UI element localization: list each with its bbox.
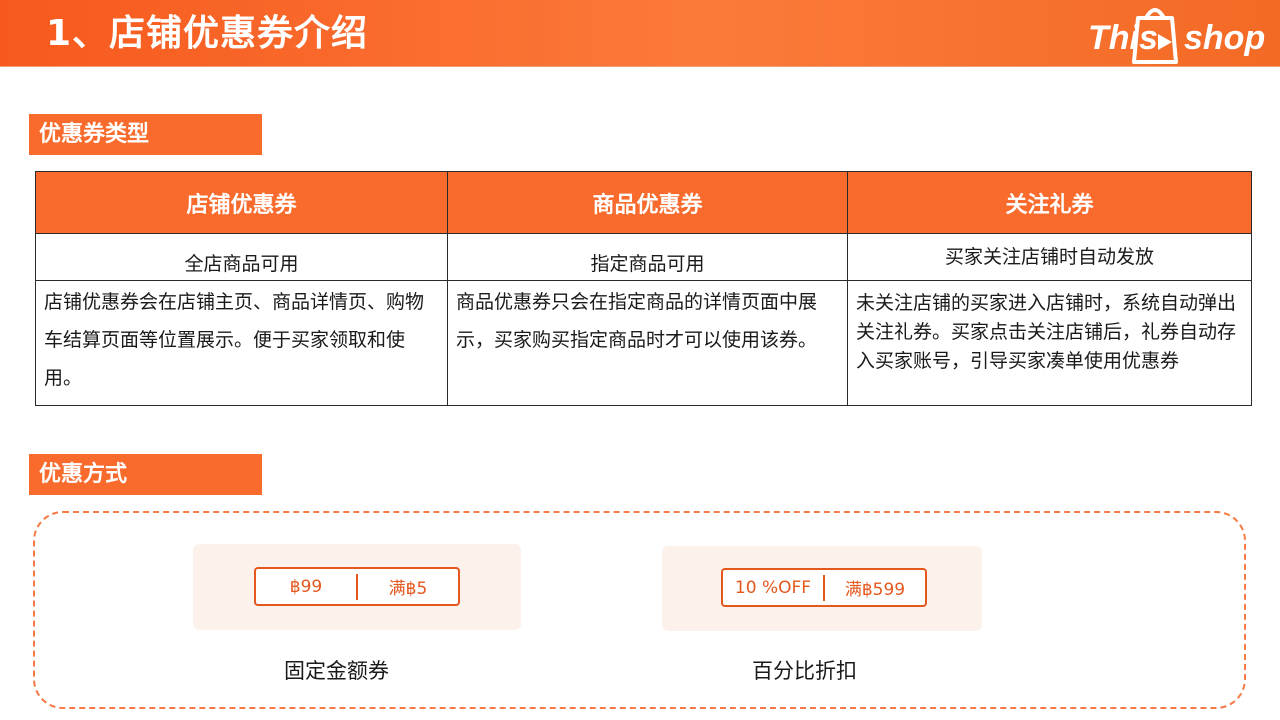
table-row: 全店商品可用 指定商品可用 买家关注店铺时自动发放 [35, 233, 1252, 281]
table-row: 店铺优惠券会在店铺主页、商品详情页、购物车结算页面等位置展示。便于买家领取和使用… [35, 280, 1252, 406]
logo-text-shop: shop [1184, 19, 1266, 57]
coupon-amount: ฿99 [289, 576, 323, 597]
coupon-percent: 10 %OFF [734, 577, 812, 598]
subtitle-cell-product: 指定商品可用 [447, 233, 848, 281]
subtitle-cell-follow: 买家关注店铺时自动发放 [847, 233, 1252, 281]
page-title: 1、店铺优惠券介绍 [46, 13, 369, 54]
coupon-threshold: 满฿5 [388, 579, 428, 599]
subtitle-cell-store: 全店商品可用 [35, 233, 448, 281]
percent-discount-coupon-chip: 10 %OFF 满฿599 [721, 568, 927, 607]
fixed-amount-coupon-chip: ฿99 满฿5 [254, 567, 460, 606]
description-cell-product: 商品优惠券只会在指定商品的详情页面中展示，买家购买指定商品时才可以使用该券。 [447, 280, 848, 406]
coupon-types-label: 优惠券类型 [29, 114, 262, 155]
description-cell-follow: 未关注店铺的买家进入店铺时，系统自动弹出关注礼券。买家点击关注店铺后，礼券自动存… [847, 280, 1252, 406]
percent-discount-caption: 百分比折扣 [752, 659, 857, 683]
header-cell-store-coupon: 店铺优惠券 [35, 171, 448, 234]
header-cell-product-coupon: 商品优惠券 [447, 171, 848, 234]
table-header-row: 店铺优惠券 商品优惠券 关注礼券 [35, 171, 1252, 234]
percent-discount-coupon-card: 10 %OFF 满฿599 [662, 546, 982, 631]
thisshop-logo: This shop [1088, 4, 1268, 66]
header-cell-follow-coupon: 关注礼券 [847, 171, 1252, 234]
logo-text-this: This [1088, 19, 1158, 57]
description-cell-store: 店铺优惠券会在店铺主页、商品详情页、购物车结算页面等位置展示。便于买家领取和使用… [35, 280, 448, 406]
header-bar: 1、店铺优惠券介绍 This shop [0, 0, 1280, 67]
coupon-types-table: 店铺优惠券 商品优惠券 关注礼券 全店商品可用 指定商品可用 买家关注店铺时自动… [35, 171, 1252, 406]
fixed-amount-coupon-card: ฿99 满฿5 [193, 544, 521, 630]
discount-methods-label: 优惠方式 [29, 454, 262, 495]
fixed-amount-caption: 固定金额券 [284, 659, 389, 683]
coupon-threshold: 满฿599 [844, 580, 906, 600]
